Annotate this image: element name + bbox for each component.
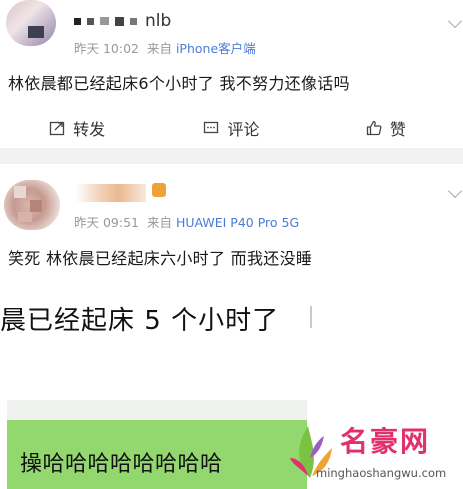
avatar[interactable]	[4, 180, 60, 230]
divider	[0, 148, 463, 164]
repost-label: 转发	[73, 120, 106, 139]
post-time: 昨天 10:02	[74, 41, 139, 56]
repost-icon	[50, 121, 65, 136]
username[interactable]	[76, 184, 146, 202]
source-link[interactable]: HUAWEI P40 Pro 5G	[176, 215, 299, 230]
comment-button[interactable]: 评论	[154, 108, 308, 148]
chevron-down-icon[interactable]	[447, 183, 463, 199]
repost-button[interactable]: 转发	[0, 108, 154, 148]
avatar[interactable]	[6, 0, 56, 46]
source-prefix: 来自	[146, 41, 172, 56]
comment-label: 评论	[227, 120, 260, 139]
username[interactable]: nlb	[74, 10, 171, 32]
image-caption: 晨已经起床 5 个小时了	[0, 306, 280, 336]
vip-badge-icon	[152, 183, 166, 197]
post-time: 昨天 09:51	[74, 215, 139, 230]
username-suffix: nlb	[145, 11, 172, 31]
watermark-title: 名豪网	[340, 425, 431, 458]
comment-icon	[204, 121, 219, 134]
chevron-down-icon[interactable]	[447, 13, 463, 29]
post-text: 笑死 林依晨已经起床六小时了 而我还没睡	[8, 249, 313, 268]
text-cursor	[310, 306, 312, 328]
thumbs-up-icon	[366, 120, 382, 136]
action-bar: 转发 评论 赞	[0, 108, 463, 148]
like-button[interactable]: 赞	[309, 108, 463, 148]
post-meta: 昨天 10:02 来自 iPhone客户端	[74, 38, 256, 57]
post-meta: 昨天 09:51 来自 HUAWEI P40 Pro 5G	[74, 212, 299, 231]
green-image-caption: 操哈哈哈哈哈哈哈哈	[20, 452, 223, 477]
post-text: 林依晨都已经起床6个小时了 我不努力还像话吗	[8, 74, 350, 93]
like-label: 赞	[389, 120, 406, 139]
watermark-url: minghaoshangwu.com	[316, 466, 447, 480]
source-prefix: 来自	[146, 215, 172, 230]
source-link[interactable]: iPhone客户端	[176, 41, 256, 56]
image-strip	[7, 400, 307, 420]
